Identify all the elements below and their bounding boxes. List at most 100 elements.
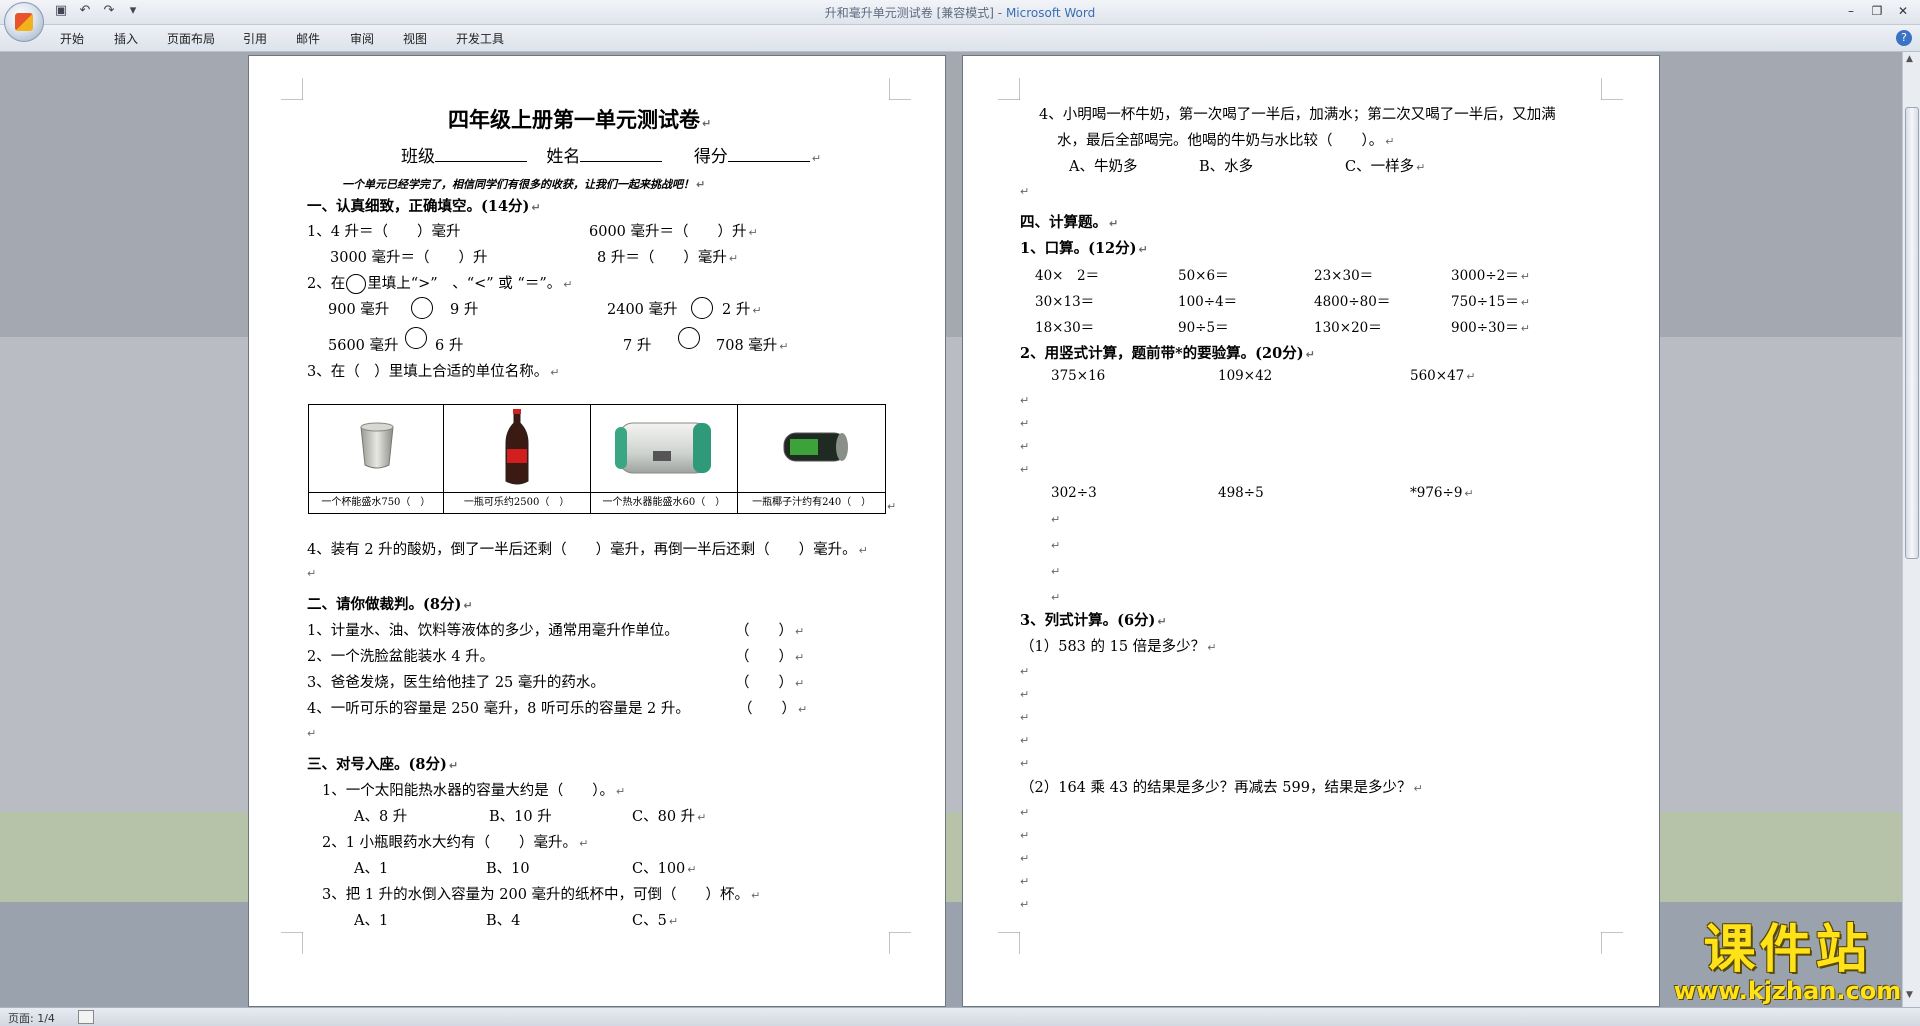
score-label: 得分 [693, 147, 728, 167]
compare-2a: 5600 毫升 [328, 338, 399, 354]
corner-mark [889, 78, 911, 100]
paragraph-mark: ↵ [1051, 513, 1061, 526]
choice-3-option-a[interactable]: A、1 [354, 909, 388, 930]
choice-2-option-c[interactable]: C、100 ↵ [632, 857, 697, 878]
question-2-text-b: 里填上“>” 、“<” 或 “＝”。 [367, 276, 562, 292]
question-1d-text: 8 升＝（ ）毫升 [597, 250, 727, 266]
choice-question-1: 1、一个太阳能热水器的容量大约是（ ）。 ↵ [322, 783, 626, 799]
page-counter[interactable]: 页面: 1/4 [8, 1010, 55, 1026]
page-title: 四年级上册第一单元测试卷 ↵ [448, 107, 712, 132]
vertical-scrollbar[interactable]: ▲ ▼ [1902, 52, 1920, 1007]
paragraph-mark: ↵ [1020, 898, 1030, 911]
paragraph-mark: ↵ [1020, 688, 1030, 701]
question-3: 3、在（ ）里填上合适的单位名称。 ↵ [307, 364, 560, 380]
choice-1-option-a[interactable]: A、8 升 [354, 805, 407, 826]
image-cell-cola: 一瓶可乐约2500（ ） [443, 405, 591, 513]
tab-mailings[interactable]: 邮件 [296, 30, 320, 47]
paragraph-mark: ↵ [1020, 394, 1030, 407]
vertical-item: 302÷3 [1051, 485, 1097, 501]
choice-question-1-text: 1、一个太阳能热水器的容量大约是（ ）。 [322, 783, 614, 799]
question-1b: 6000 毫升＝（ ）升 ↵ [589, 224, 758, 240]
coconut-drink-image [783, 432, 849, 462]
compare-1d: 2 升 ↵ [722, 302, 762, 318]
vertical-item-text: 560×47 [1410, 368, 1465, 384]
class-blank[interactable] [435, 147, 527, 162]
word-problem-2-text: （2）164 乘 43 的结果是多少？再减去 599，结果是多少？ [1020, 780, 1412, 796]
milk-option-a[interactable]: A、牛奶多 [1069, 155, 1137, 176]
judge-paren-4[interactable]: （ ） ↵ [738, 697, 807, 718]
oral-item: 3000÷2＝ ↵ [1451, 268, 1530, 284]
paragraph-mark: ↵ [1020, 417, 1030, 430]
proofing-icon[interactable] [78, 1010, 94, 1024]
vertical-calc-heading-text: 2、用竖式计算，题前带*的要验算。(20分) [1020, 345, 1304, 362]
tab-home[interactable]: 开始 [60, 30, 84, 47]
tab-references[interactable]: 引用 [243, 30, 267, 47]
scroll-down-icon[interactable]: ▼ [1906, 990, 1913, 1000]
word-problem-2: （2）164 乘 43 的结果是多少？再减去 599，结果是多少？ ↵ [1020, 780, 1423, 796]
choice-2-option-a[interactable]: A、1 [354, 857, 388, 878]
question-1d: 8 升＝（ ）毫升 ↵ [597, 250, 739, 266]
close-icon[interactable]: ✕ [1892, 2, 1914, 20]
corner-mark [1601, 78, 1623, 100]
paragraph-mark: ↵ [1020, 875, 1030, 888]
paragraph-mark: ↵ [307, 567, 317, 580]
question-4-milk-line2-text: 水，最后全部喝完。他喝的牛奶与水比较（ ）。 [1057, 133, 1384, 149]
tab-view[interactable]: 视图 [403, 30, 427, 47]
word-problem-heading: 3、列式计算。(6分) ↵ [1020, 612, 1167, 629]
tab-insert[interactable]: 插入 [114, 30, 138, 47]
page-2[interactable] [963, 56, 1659, 1006]
student-info-line: 班级 姓名 得分 ↵ [401, 147, 822, 167]
tab-developer[interactable]: 开发工具 [456, 30, 504, 47]
choice-1-option-c[interactable]: C、80 升 ↵ [632, 805, 706, 826]
minimize-icon[interactable]: – [1840, 2, 1862, 20]
oral-calc-heading-text: 1、口算。(12分) [1020, 240, 1137, 257]
scrollbar-thumb[interactable] [1905, 107, 1919, 559]
vertical-item: 109×42 [1218, 368, 1273, 384]
help-icon[interactable]: ? [1896, 30, 1912, 46]
choice-3-option-b[interactable]: B、4 [486, 909, 520, 930]
judge-paren-1[interactable]: （ ） ↵ [735, 619, 804, 640]
oral-item: 750÷15＝ ↵ [1451, 294, 1530, 310]
corner-mark [998, 932, 1020, 954]
section-2-heading: 二、请你做裁判。(8分) ↵ [307, 596, 473, 613]
score-blank[interactable] [727, 147, 810, 162]
status-bar: 页面: 1/4 [0, 1007, 1920, 1026]
compare-circle-4[interactable] [678, 327, 700, 349]
corner-mark [889, 932, 911, 954]
judge-paren-3[interactable]: （ ） ↵ [735, 671, 804, 692]
site-watermark: 课件站 www.kjzhan.com [1670, 922, 1905, 1004]
paragraph-mark: ↵ [1020, 463, 1030, 476]
choice-1-option-b[interactable]: B、10 升 [489, 805, 552, 826]
compare-2c: 7 升 [623, 338, 652, 354]
paragraph-mark: ↵ [1020, 185, 1030, 198]
tab-review[interactable]: 审阅 [350, 30, 374, 47]
word-problem-1-text: （1）583 的 15 倍是多少？ [1020, 639, 1206, 655]
choice-3-option-c[interactable]: C、5 ↵ [632, 909, 678, 930]
compare-circle-3[interactable] [405, 327, 427, 349]
tab-page-layout[interactable]: 页面布局 [167, 30, 215, 47]
paragraph-mark: ↵ [887, 500, 897, 513]
office-button[interactable] [4, 2, 44, 42]
oral-item: 900÷30＝ ↵ [1451, 320, 1530, 336]
choice-question-2-text: 2、1 小瓶眼药水大约有（ ）毫升。 [322, 835, 578, 851]
choice-2-option-b[interactable]: B、10 [486, 857, 530, 878]
scroll-up-icon[interactable]: ▲ [1906, 54, 1913, 64]
compare-circle-1[interactable] [411, 297, 433, 319]
maximize-icon[interactable]: ❐ [1866, 2, 1888, 20]
paragraph-mark: ↵ [1020, 852, 1030, 865]
word-problem-heading-text: 3、列式计算。(6分) [1020, 612, 1156, 629]
milk-option-c[interactable]: C、一样多 ↵ [1345, 155, 1425, 176]
ribbon-tabs: 开始 插入 页面布局 引用 邮件 审阅 视图 开发工具 [0, 25, 1920, 52]
image-caption-2: 一瓶可乐约2500（ ） [443, 492, 590, 513]
judge-paren-2[interactable]: （ ） ↵ [735, 645, 804, 666]
milk-option-b[interactable]: B、水多 [1199, 155, 1253, 176]
paragraph-mark: ↵ [1020, 829, 1030, 842]
vertical-item: 375×16 [1051, 368, 1106, 384]
compare-circle-2[interactable] [691, 297, 713, 319]
oral-item: 40× 2＝ [1035, 268, 1100, 284]
paragraph-mark: ↵ [1020, 440, 1030, 453]
judge-paren-text: （ ） [738, 701, 796, 717]
choice-question-3-text: 3、把 1 升的水倒入容量为 200 毫升的纸杯中，可倒（ ）杯。 [322, 887, 750, 903]
name-blank[interactable] [580, 147, 663, 162]
vertical-item-text: *976÷9 [1410, 485, 1463, 501]
